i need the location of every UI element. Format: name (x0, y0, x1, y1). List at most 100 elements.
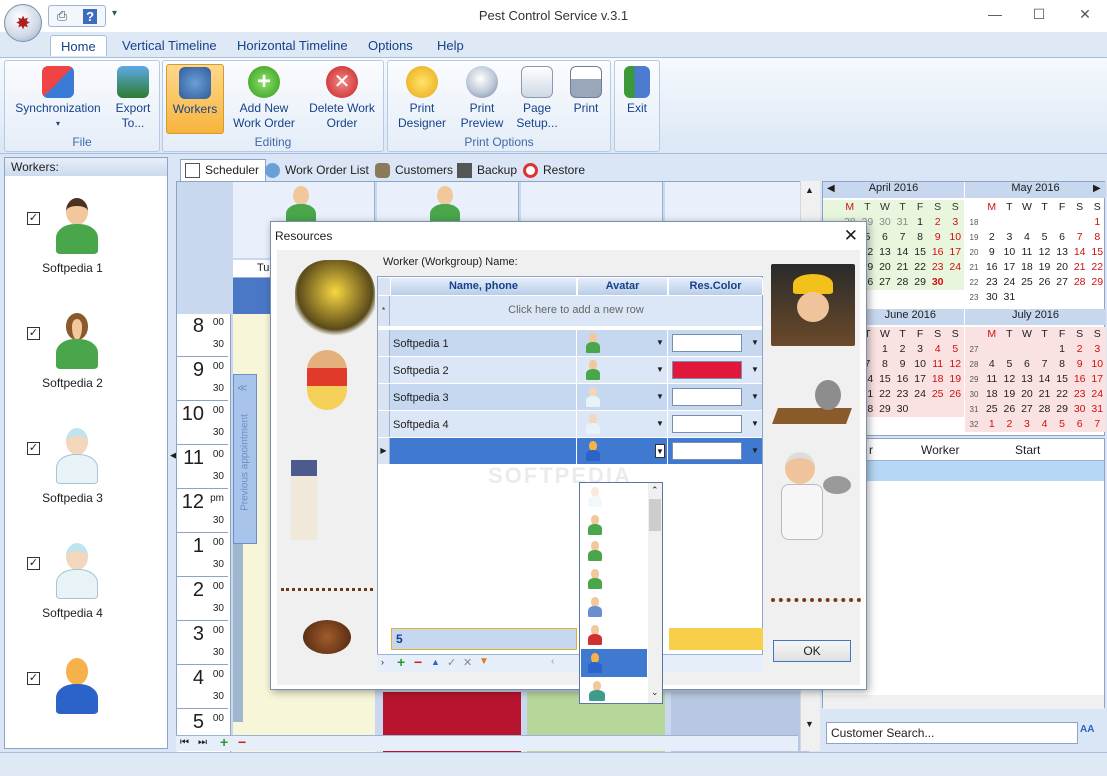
maximize-button[interactable]: ☐ (1024, 6, 1054, 26)
dropdown-arrow-icon[interactable]: ▼ (750, 336, 760, 350)
synchronization-button[interactable]: Synchronization ▾ (12, 64, 104, 134)
table-row[interactable]: Softpedia 1 ▼ ▼ (378, 330, 762, 356)
worker-item[interactable]: ✓ Softpedia 2 (5, 293, 167, 408)
previous-appointment-button[interactable]: ≪ Previous appointment (233, 374, 257, 544)
binoculars-icon[interactable]: AA (1080, 724, 1098, 742)
avatar-option-selected[interactable] (581, 649, 647, 677)
row-name[interactable]: Softpedia 1 (391, 330, 577, 356)
dropdown-arrow-icon[interactable]: ▼ (655, 444, 665, 458)
red-male-avatar-icon[interactable] (586, 625, 604, 645)
table-row[interactable]: Softpedia 2 ▼ ▼ (378, 357, 762, 383)
exit-button[interactable]: Exit (616, 64, 658, 134)
add-record-icon[interactable]: + (220, 734, 228, 750)
prev-month-icon[interactable]: ◀ (827, 183, 835, 194)
row-avatar-cell[interactable]: ▼ (578, 384, 668, 410)
add-work-order-button[interactable]: + Add New Work Order (228, 64, 300, 134)
worker-checkbox[interactable]: ✓ (27, 557, 40, 570)
column-name-phone[interactable]: Name, phone (391, 278, 577, 295)
scroll-down-icon[interactable]: ⌄ (651, 687, 659, 698)
tab-restore[interactable]: Restore (518, 159, 592, 181)
doctor-avatar-icon[interactable] (586, 487, 604, 507)
scroll-left-icon[interactable]: ‹ (551, 656, 554, 667)
row-name[interactable]: Softpedia 4 (391, 411, 577, 437)
dropdown-arrow-icon[interactable]: ▼ (655, 363, 665, 377)
green-male-avatar-icon[interactable] (586, 569, 604, 589)
add-record-icon[interactable]: + (397, 654, 405, 670)
close-button[interactable]: ✕ (1070, 6, 1100, 26)
calendar-grid[interactable]: MTWTFSS 18 1 19 2 3 4 5 6 7 8 20 9 10 11 12 13 14 15 21… (965, 200, 1106, 305)
dropdown-arrow-icon[interactable]: ▼ (750, 390, 760, 404)
ok-button[interactable]: OK (773, 640, 851, 662)
first-record-icon[interactable]: ⏮ (180, 737, 189, 748)
calendar-may[interactable]: May 2016 ▶ MTWTFSS 18 1 19 2 3 4 5 6 7 8 20 9 10 11… (965, 182, 1106, 308)
tab-options[interactable]: Options (358, 35, 423, 56)
row-avatar-cell[interactable]: ▼ (578, 411, 668, 437)
worker-checkbox[interactable]: ✓ (27, 327, 40, 340)
confirm-icon[interactable]: ✓ (447, 656, 456, 669)
row-color-cell[interactable]: ▼ (668, 330, 762, 356)
workers-button[interactable]: Workers (166, 64, 224, 134)
app-menu-button[interactable]: ✸ (4, 4, 42, 42)
row-avatar-cell[interactable]: ▼ (578, 330, 668, 356)
move-up-icon[interactable]: ▲ (431, 657, 440, 667)
cancel-icon[interactable]: ✕ (463, 656, 472, 669)
worker-item[interactable]: ✓ (5, 638, 167, 753)
row-color-cell[interactable]: ▼ (668, 438, 762, 464)
table-row[interactable]: Softpedia 3 ▼ ▼ (378, 384, 762, 410)
row-name[interactable] (391, 438, 577, 464)
minimize-button[interactable]: — (980, 6, 1010, 26)
avatar-dropdown-list[interactable]: ⌃ ⌄ (579, 482, 663, 704)
calendar-july[interactable]: July 2016 MTWTFSS 27 1 2 3 28 4 5 6 7 8 9 10 29 11 1… (965, 309, 1106, 435)
blue-male-avatar-icon[interactable] (586, 597, 604, 617)
new-row[interactable]: * Click here to add a new row (378, 296, 762, 326)
next-month-icon[interactable]: ▶ (1093, 183, 1101, 194)
horizontal-scrollbar[interactable] (823, 695, 1104, 709)
row-avatar-cell[interactable]: ▼ (578, 438, 668, 464)
column-avatar[interactable]: Avatar (578, 278, 668, 295)
delete-record-icon[interactable]: − (414, 654, 422, 670)
delete-record-icon[interactable]: − (238, 734, 246, 750)
customer-search-input[interactable]: Customer Search... (826, 722, 1078, 744)
calendar-grid[interactable]: MTWTFSS 27 1 2 3 28 4 5 6 7 8 9 10 29 11 12 13 14 15 16 1… (965, 327, 1106, 432)
last-record-icon[interactable]: ⏭ (198, 737, 207, 748)
column-res-color[interactable]: Res.Color (669, 278, 763, 295)
worker-checkbox[interactable]: ✓ (27, 442, 40, 455)
worker-item[interactable]: ✓ Softpedia 4 (5, 523, 167, 638)
scroll-down-icon[interactable]: ▼ (805, 719, 814, 729)
row-color-cell[interactable]: ▼ (668, 384, 762, 410)
group-avatar-icon[interactable] (586, 681, 608, 701)
worker-item[interactable]: ✓ Softpedia 1 (5, 178, 167, 293)
row-color-cell[interactable]: ▼ (668, 357, 762, 383)
dropdown-arrow-icon[interactable]: ▼ (655, 417, 665, 431)
list-scrollbar[interactable]: ⌃ ⌄ (648, 483, 662, 703)
tab-horizontal-timeline[interactable]: Horizontal Timeline (227, 35, 358, 56)
delete-work-order-button[interactable]: ✕ Delete Work Order (304, 64, 380, 134)
row-name[interactable]: Softpedia 2 (391, 357, 577, 383)
tab-help[interactable]: Help (427, 35, 474, 56)
tab-home[interactable]: Home (50, 35, 107, 56)
dropdown-arrow-icon[interactable]: ▼ (750, 417, 760, 431)
table-row-selected[interactable]: ▶ ▼ ▼ (378, 438, 762, 464)
scroll-thumb[interactable] (649, 499, 661, 531)
dropdown-arrow-icon[interactable]: ▼ (655, 390, 665, 404)
tab-vertical-timeline[interactable]: Vertical Timeline (112, 35, 227, 56)
table-row[interactable] (867, 461, 1104, 481)
print-preview-button[interactable]: Print Preview (454, 64, 510, 134)
scroll-up-icon[interactable]: ▲ (805, 185, 814, 195)
page-setup-button[interactable]: Page Setup... (512, 64, 562, 134)
tab-backup[interactable]: Backup (452, 159, 524, 181)
green-male-avatar-icon[interactable] (586, 515, 604, 535)
row-name[interactable]: Softpedia 3 (391, 384, 577, 410)
row-avatar-cell[interactable]: ▼ (578, 357, 668, 383)
scroll-up-icon[interactable]: ⌃ (651, 485, 659, 496)
worker-item[interactable]: ✓ Softpedia 3 (5, 408, 167, 523)
tab-scheduler[interactable]: Scheduler (180, 159, 267, 181)
print-designer-button[interactable]: Print Designer (392, 64, 452, 134)
worker-checkbox[interactable]: ✓ (27, 672, 40, 685)
nav-right-icon[interactable]: › (381, 657, 384, 667)
tab-work-order-list[interactable]: Work Order List (260, 159, 376, 181)
print-button[interactable]: Print (564, 64, 608, 134)
export-to-button[interactable]: Export To... (108, 64, 158, 134)
dropdown-arrow-icon[interactable]: ▼ (750, 363, 760, 377)
worker-checkbox[interactable]: ✓ (27, 212, 40, 225)
